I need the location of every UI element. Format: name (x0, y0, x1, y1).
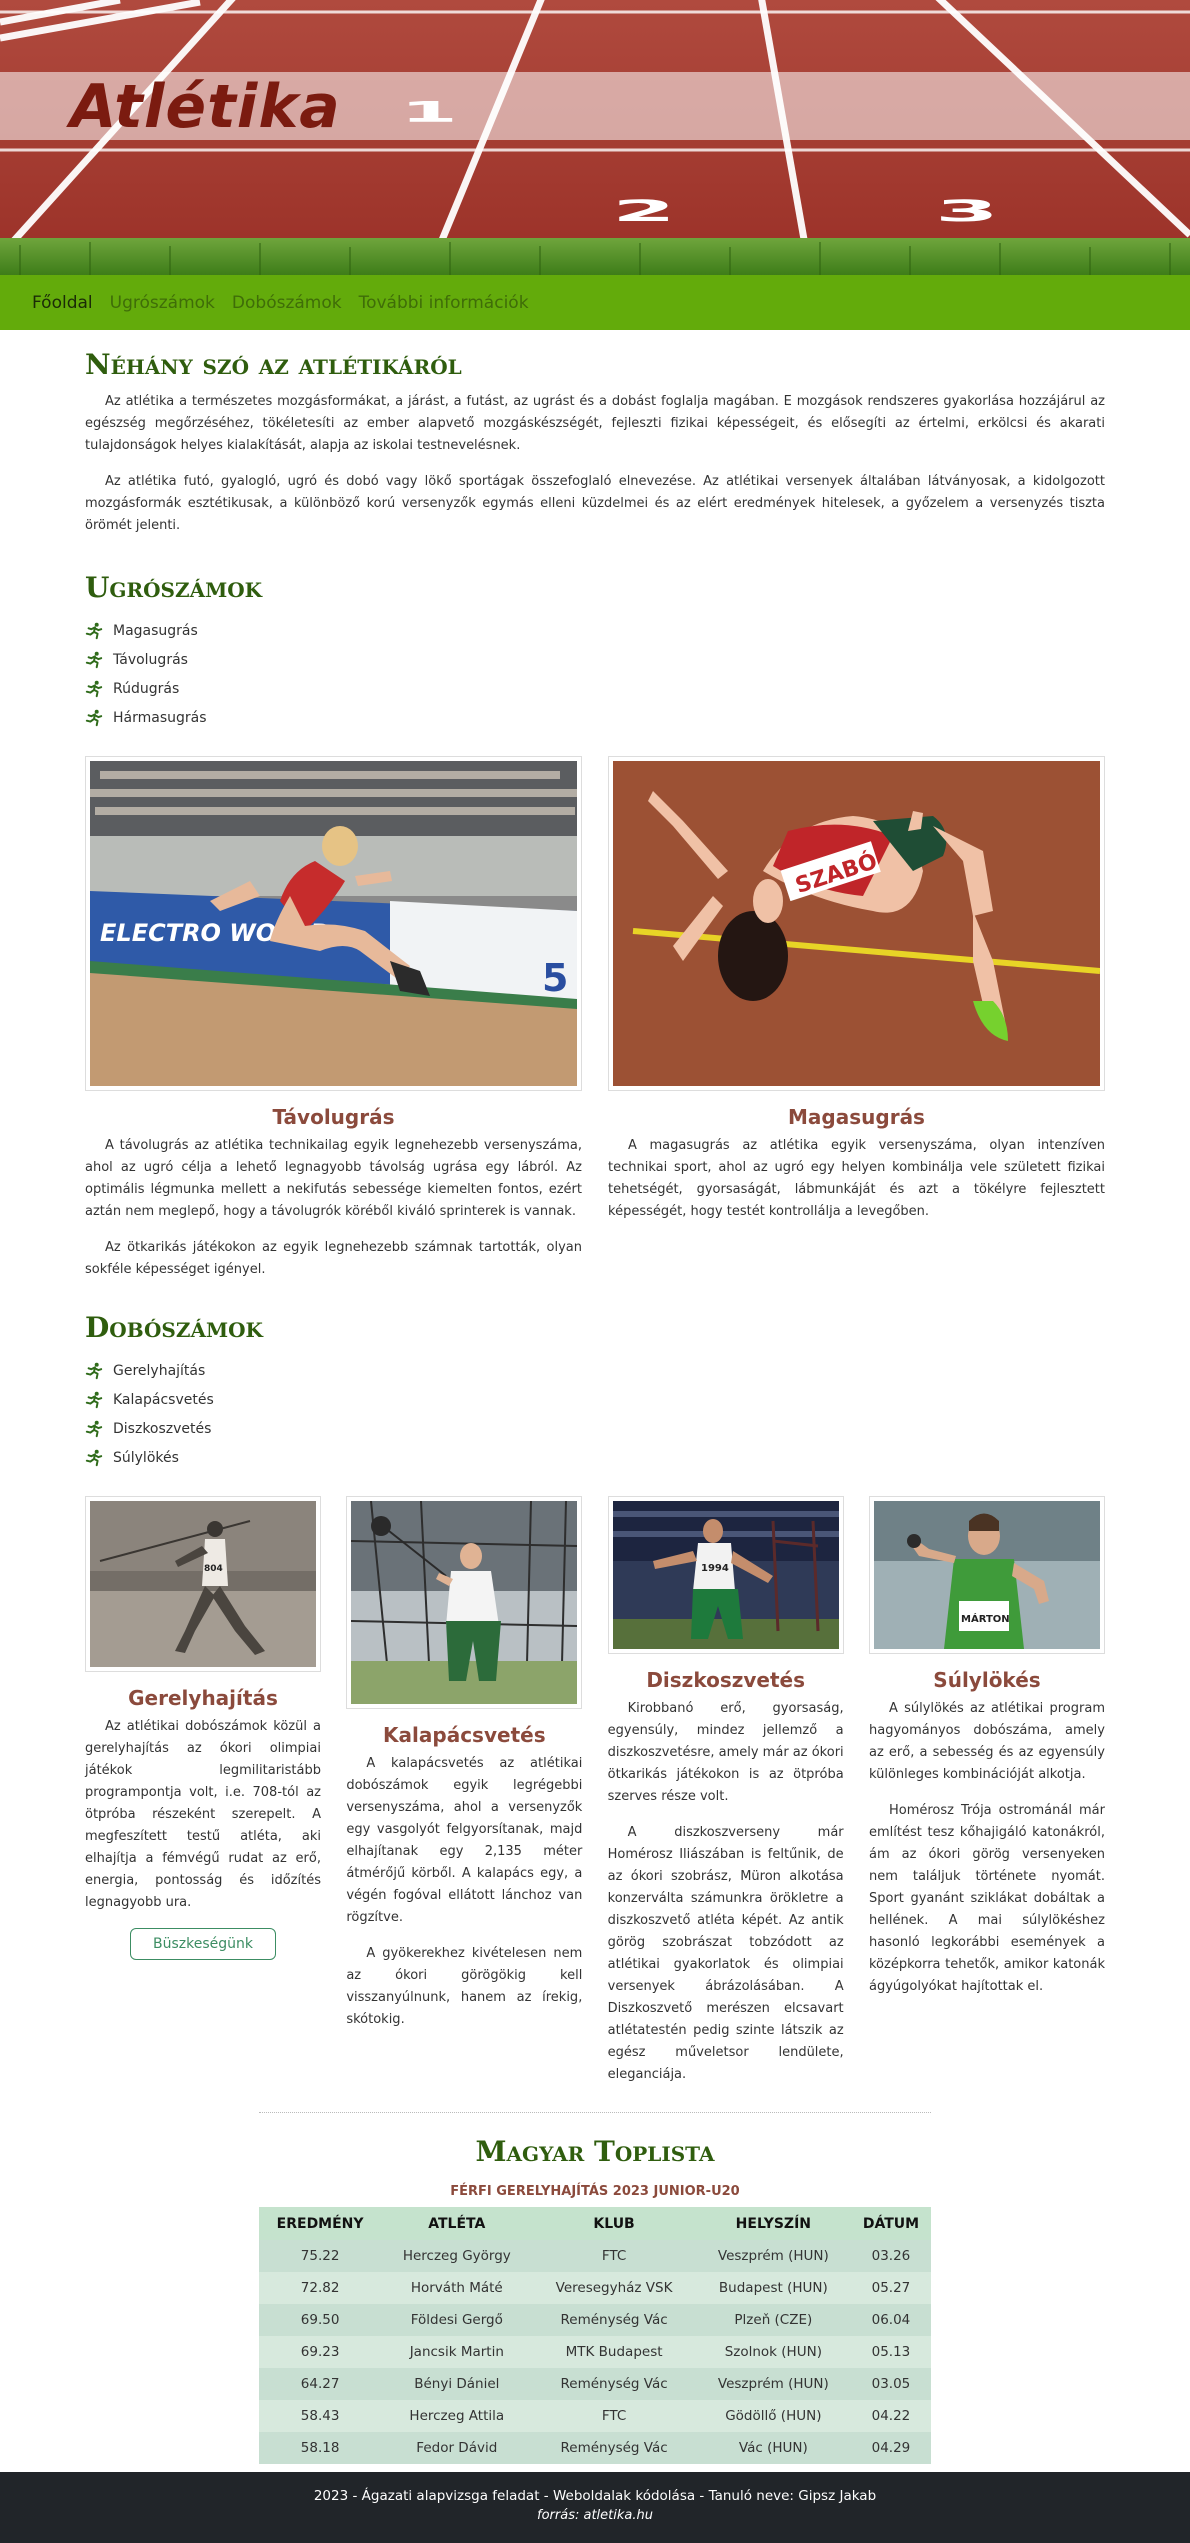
table-header-row: EREDMÉNY ATLÉTA KLUB HELYSZÍN DÁTUM (259, 2207, 931, 2240)
long-jump-image: ELECTRO WORLD 5 (85, 756, 582, 1091)
list-item: Súlylökés (85, 1443, 1105, 1472)
toplist-table: EREDMÉNY ATLÉTA KLUB HELYSZÍN DÁTUM 75.2… (259, 2207, 931, 2464)
column-header: EREDMÉNY (259, 2207, 382, 2240)
column-header: KLUB (532, 2207, 696, 2240)
runner-icon (85, 680, 103, 698)
footer-credits: 2023 - Ágazati alapvizsga feladat - Webo… (313, 2488, 877, 2504)
hammer-image (346, 1496, 583, 1709)
shot-put-title: Súlylökés (933, 1668, 1041, 1692)
nav-throws[interactable]: Dobószámok (232, 293, 342, 313)
shot-put-bib-text: MÁRTON (961, 1612, 1010, 1625)
discus-card: 1994 Diszkoszvetés Kirobbanó erő, gyorsa… (607, 1496, 844, 2086)
main-navbar: Főoldal Ugrószámok Dobószámok További in… (0, 275, 1190, 330)
table-row: 58.18 Fedor Dávid Reménység Vác Vác (HUN) 04… (259, 2432, 931, 2464)
runner-icon (85, 622, 103, 640)
toplist-section: Magyar Toplista FÉRFI GERELYHAJÍTÁS 2023… (259, 2112, 931, 2464)
runner-icon (85, 709, 103, 727)
footer-source: forrás: atletika.hu (537, 2508, 653, 2523)
hammer-title: Kalapácsvetés (383, 1723, 546, 1747)
column-header: ATLÉTA (381, 2207, 533, 2240)
runner-icon (85, 1391, 103, 1409)
long-jump-text-1: A távolugrás az atlétika technikailag eg… (85, 1138, 582, 1219)
table-row: 58.43 Herczeg Attila FTC Gödöllő (HUN) 04.22 (259, 2400, 931, 2432)
long-jump-text-2: Az ötkarikás játékokon az egyik legnehez… (85, 1240, 582, 1277)
list-item: Magasugrás (85, 616, 1105, 645)
intro-paragraph-1: Az atlétika a természetes mozgásformákat… (85, 394, 1105, 453)
runner-icon (85, 1449, 103, 1467)
list-item: Hármasugrás (85, 703, 1105, 732)
table-row: 72.82 Horváth Máté Veresegyház VSK Budapest… (259, 2272, 931, 2304)
high-jump-card: SZABÓ Magasugrás A magasugrás az atlétik… (608, 756, 1105, 1281)
intro-section: Néhány szó az atlétikáról Az atlétika a … (85, 330, 1105, 537)
throws-list: Gerelyhajítás Kalapácsvetés Diszkoszveté… (85, 1356, 1105, 1472)
jumps-heading: Ugrószámok (85, 571, 263, 604)
table-row: 69.23 Jancsik Martin MTK Budapest Szolnok (… (259, 2336, 931, 2368)
javelin-card: 804 Gerelyhajítás Az atlétikai dobószámo… (85, 1496, 321, 1960)
discus-text-1: Kirobbanó erő, gyorsaság, egyensúly, min… (607, 1701, 844, 1804)
intro-heading: Néhány szó az atlétikáról (85, 348, 462, 381)
table-row: 64.27 Bényi Dániel Reménység Vác Veszprém (… (259, 2368, 931, 2400)
lane-number-2: 2 (612, 194, 676, 228)
discus-bib-text: 1994 (701, 1563, 729, 1574)
shot-put-image: MÁRTON (868, 1496, 1105, 1654)
long-jump-title: Távolugrás (272, 1105, 395, 1129)
list-item: Gerelyhajítás (85, 1356, 1105, 1385)
discus-title: Diszkoszvetés (646, 1668, 805, 1692)
site-title: Atlétika (70, 72, 341, 142)
toplist-subtitle: FÉRFI GERELYHAJÍTÁS 2023 JUNIOR-U20 (450, 2184, 740, 2199)
runner-icon (85, 651, 103, 669)
high-jump-image: SZABÓ (608, 756, 1105, 1091)
intro-paragraph-2: Az atlétika futó, gyalogló, ugró és dobó… (85, 474, 1105, 533)
javelin-image: 804 (85, 1496, 321, 1672)
shot-put-text-1: A súlylökés az atlétikai program hagyomá… (868, 1701, 1105, 1782)
hero-banner: 1 2 3 Atlétika (0, 0, 1190, 275)
runner-icon (85, 1362, 103, 1380)
svg-text:804: 804 (204, 1564, 223, 1574)
shot-put-text-2: Homérosz Trója ostrománál már említést t… (868, 1803, 1105, 1994)
nav-more-info[interactable]: További információk (359, 293, 529, 313)
toplist-heading: Magyar Toplista (475, 2135, 715, 2168)
jumps-section: Ugrószámok Magasugrás Távolugrás Rúdugrá… (85, 537, 1105, 1281)
jumps-list: Magasugrás Távolugrás Rúdugrás Hármasugr… (85, 616, 1105, 732)
long-jump-card: ELECTRO WORLD 5 Távolugrás A távolugrás … (85, 756, 582, 1281)
list-item: Rúdugrás (85, 674, 1105, 703)
high-jump-text-1: A magasugrás az atlétika egyik versenysz… (608, 1138, 1105, 1219)
javelin-title: Gerelyhajítás (128, 1686, 278, 1710)
throws-heading: Dobószámok (85, 1311, 263, 1344)
nav-home[interactable]: Főoldal (32, 293, 93, 313)
discus-text-2: A diszkoszverseny már Homérosz Iliászába… (607, 1825, 844, 2082)
hammer-card: Kalapácsvetés A kalapácsvetés az atlétik… (346, 1496, 583, 2031)
list-item: Kalapácsvetés (85, 1385, 1105, 1414)
lane-number-3: 3 (935, 194, 999, 228)
svg-text:5: 5 (542, 956, 568, 1000)
list-item: Távolugrás (85, 645, 1105, 674)
pride-button[interactable]: Büszkeségünk (130, 1928, 276, 1960)
nav-jumps[interactable]: Ugrószámok (110, 293, 215, 313)
discus-image: 1994 (607, 1496, 844, 1654)
column-header: HELYSZÍN (695, 2207, 851, 2240)
column-header: DÁTUM (850, 2207, 931, 2240)
shot-put-card: MÁRTON Súlylökés A súlylökés az atlétika… (868, 1496, 1105, 1998)
table-row: 75.22 Herczeg György FTC Veszprém (HUN) 03.2… (259, 2240, 931, 2272)
hammer-text-2: A gyökerekhez kivételesen nem az ókori g… (346, 1946, 583, 2027)
runner-icon (85, 1420, 103, 1438)
page-footer: 2023 - Ágazati alapvizsga feladat - Webo… (0, 2472, 1190, 2543)
main-content: Néhány szó az atlétikáról Az atlétika a … (85, 330, 1105, 2464)
javelin-text-1: Az atlétikai dobószámok közül a gerelyha… (85, 1719, 321, 1910)
table-row: 69.50 Földesi Gergő Reménység Vác Plzeň (CZ… (259, 2304, 931, 2336)
high-jump-title: Magasugrás (788, 1105, 925, 1129)
throws-section: Dobószámok Gerelyhajítás Kalapácsvetés D… (85, 1281, 1105, 2086)
list-item: Diszkoszvetés (85, 1414, 1105, 1443)
hammer-text-1: A kalapácsvetés az atlétikai dobószámok … (346, 1756, 583, 1925)
